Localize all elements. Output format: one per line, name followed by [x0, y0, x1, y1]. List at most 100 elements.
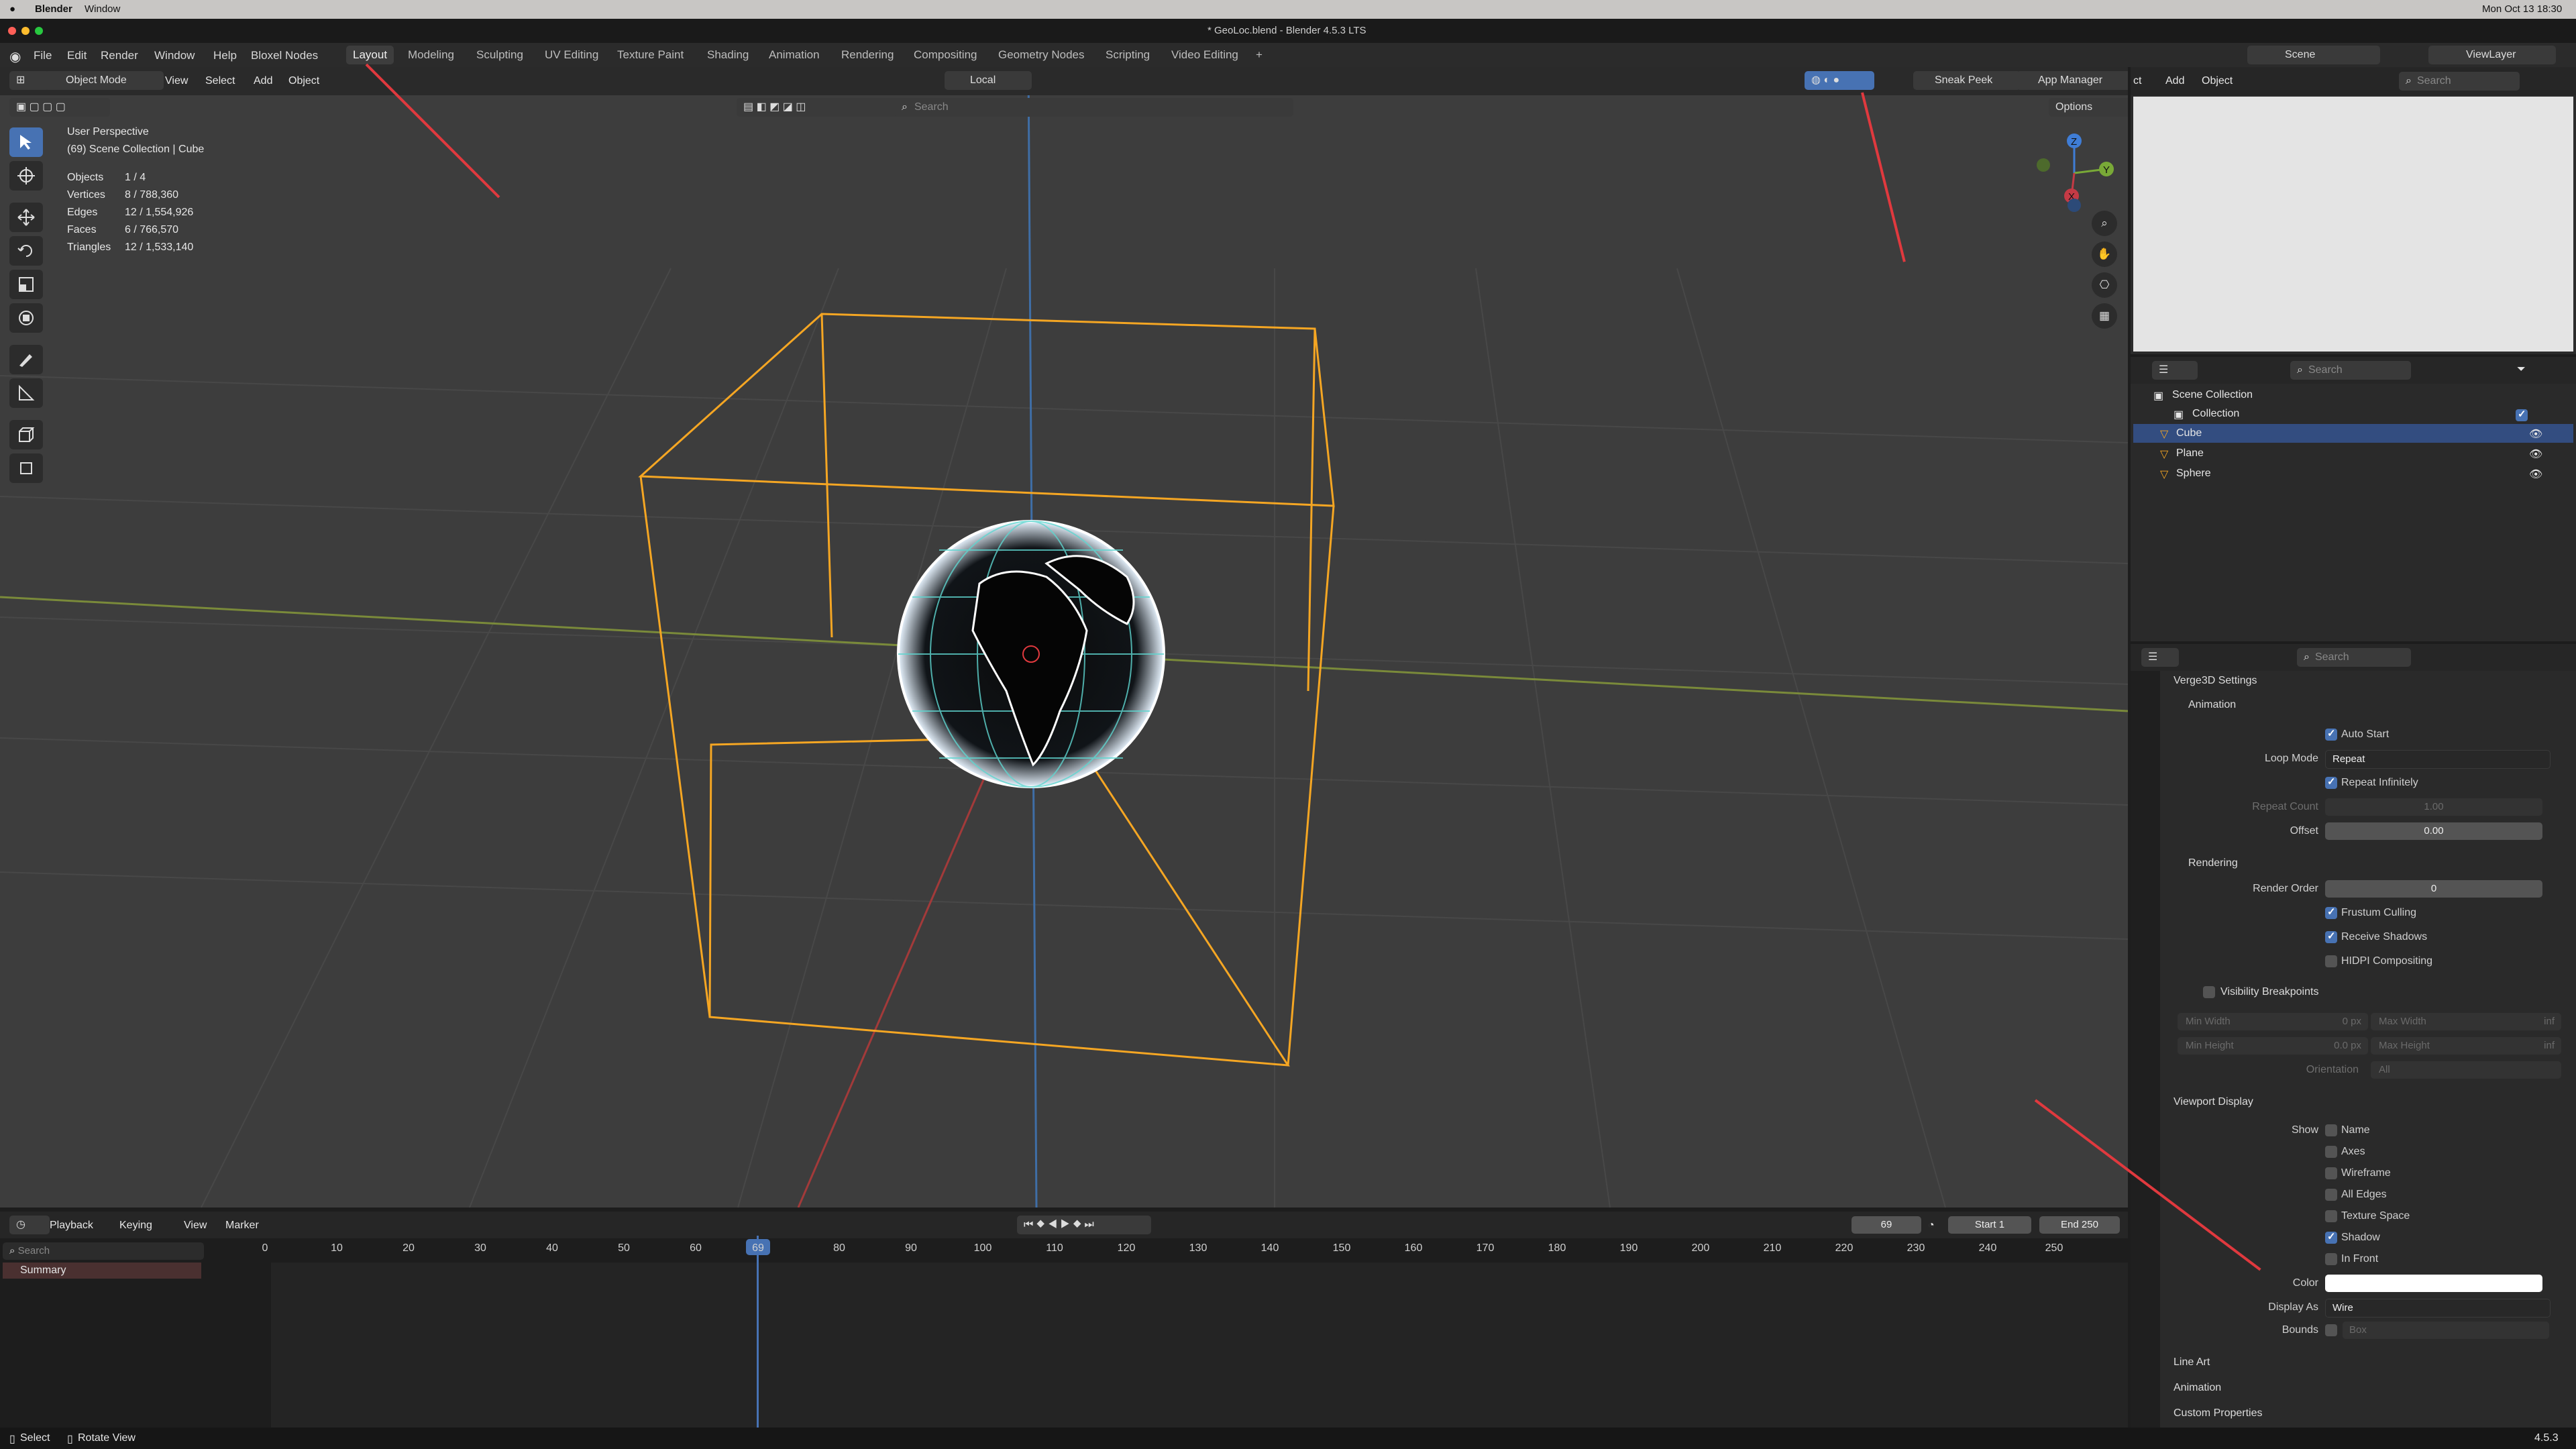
outliner-editor-type-button[interactable]: ☰	[2152, 361, 2198, 380]
transform-tool[interactable]	[9, 303, 43, 333]
show-axes-checkbox[interactable]	[2325, 1146, 2337, 1158]
tab-video-editing[interactable]: Video Editing	[1165, 46, 1245, 64]
show-shadow-checkbox[interactable]	[2325, 1230, 2337, 1244]
current-frame-field[interactable]: 69	[1851, 1216, 1921, 1234]
menu-edit[interactable]: Edit	[67, 49, 87, 62]
loop-mode-dropdown[interactable]: Repeat	[2325, 750, 2551, 769]
viewport-filter-icons[interactable]: ▤ ◧ ◩ ◪ ◫	[737, 98, 902, 117]
viewport-display-header[interactable]: Viewport Display	[2174, 1096, 2253, 1108]
cursor-tool[interactable]	[9, 161, 43, 191]
verge3d-settings-header[interactable]: Verge3D Settings	[2174, 675, 2257, 687]
timeline-menu-view[interactable]: View	[184, 1220, 207, 1232]
menu-bloxel-nodes[interactable]: Bloxel Nodes	[251, 49, 318, 62]
menu-window[interactable]: Window	[154, 49, 195, 62]
zoom-window-button[interactable]	[35, 27, 43, 35]
annotate-tool[interactable]	[9, 345, 43, 374]
dopesheet-area[interactable]	[271, 1263, 2128, 1430]
viewport-menu-object[interactable]: Object	[288, 75, 319, 87]
material-preview-area[interactable]	[2133, 97, 2573, 352]
timeline-editor-type-button[interactable]: ◷	[9, 1216, 50, 1234]
render-order-field[interactable]: 0	[2325, 880, 2542, 898]
animation-subpanel-header[interactable]: Animation	[2188, 699, 2236, 711]
ortho-grid-icon[interactable]: ▦	[2092, 303, 2117, 329]
repeat-infinitely-checkbox[interactable]	[2325, 775, 2337, 789]
playback-controls[interactable]: ⏮ ◆ ◀ ▶ ◆ ⏭	[1017, 1216, 1151, 1234]
timeline-search-field[interactable]: ⌕ Search	[3, 1242, 204, 1260]
sneak-peek-button[interactable]: Sneak Peek	[1913, 71, 2021, 90]
outliner-scene-collection[interactable]: Scene Collection	[2172, 389, 2253, 401]
bounds-dropdown[interactable]: Box	[2343, 1322, 2549, 1339]
frustum-culling-checkbox[interactable]	[2325, 906, 2337, 919]
eye-icon[interactable]: 👁	[2529, 427, 2542, 441]
pan-hand-icon[interactable]: ✋	[2092, 241, 2117, 267]
mode-selector[interactable]: Object Mode	[44, 71, 164, 90]
color-swatch[interactable]	[2325, 1275, 2542, 1292]
preview-search-field[interactable]: ⌕ Search	[2399, 72, 2520, 91]
tab-scripting[interactable]: Scripting	[1099, 46, 1157, 64]
timeline-menu-playback[interactable]: Playback	[50, 1220, 93, 1232]
select-mode-buttons[interactable]: ▣ ▢ ▢ ▢	[9, 98, 110, 117]
auto-start-checkbox[interactable]	[2325, 727, 2337, 741]
viewport-shading-buttons[interactable]: ◍ ◐ ●	[1805, 71, 1874, 90]
viewport-search-field[interactable]: ⌕ Search	[895, 98, 1293, 117]
tab-animation[interactable]: Animation	[762, 46, 826, 64]
start-frame-field[interactable]: Start 1	[1948, 1216, 2031, 1234]
playhead-line[interactable]	[757, 1236, 759, 1430]
view-layer-selector[interactable]: ViewLayer	[2428, 46, 2556, 64]
3d-viewport[interactable]: ⊞ Object Mode View Select Add Object Loc…	[0, 67, 2128, 1208]
custom-properties-panel-header[interactable]: Custom Properties	[2174, 1407, 2263, 1419]
hidpi-compositing-checkbox[interactable]	[2325, 955, 2337, 967]
editor-type-button[interactable]: ⊞	[9, 71, 50, 90]
blender-logo-icon[interactable]: ◉	[9, 48, 21, 65]
select-box-tool[interactable]	[9, 127, 43, 157]
tab-modeling[interactable]: Modeling	[401, 46, 461, 64]
menu-file[interactable]: File	[34, 49, 52, 62]
outliner-row-plane[interactable]: ▽ Plane 👁	[2133, 444, 2573, 463]
end-frame-field[interactable]: End 250	[2039, 1216, 2120, 1234]
minimize-window-button[interactable]	[21, 27, 30, 35]
mac-app-name[interactable]: Blender	[35, 3, 72, 15]
show-wireframe-checkbox[interactable]	[2325, 1167, 2337, 1179]
scene-selector[interactable]: Scene	[2247, 46, 2380, 64]
preview-menu-object-fragment[interactable]: ct	[2133, 75, 2141, 87]
offset-field[interactable]: 0.00	[2325, 822, 2542, 840]
apple-icon[interactable]: ●	[9, 3, 15, 15]
min-width-field[interactable]: Min Width 0 px	[2178, 1013, 2368, 1030]
mac-window-menu[interactable]: Window	[85, 3, 120, 15]
min-height-field[interactable]: Min Height 0.0 px	[2178, 1037, 2368, 1055]
tab-compositing[interactable]: Compositing	[907, 46, 984, 64]
close-window-button[interactable]	[8, 27, 16, 35]
max-width-field[interactable]: Max Width inf	[2371, 1013, 2561, 1030]
eye-icon[interactable]: 👁	[2529, 468, 2542, 481]
tab-shading[interactable]: Shading	[700, 46, 755, 64]
receive-shadows-checkbox[interactable]	[2325, 930, 2337, 943]
repeat-count-field[interactable]: 1.00	[2325, 798, 2542, 816]
properties-editor-type-button[interactable]: ☰	[2141, 648, 2179, 667]
add-workspace-button[interactable]: +	[1249, 46, 1269, 64]
bounds-checkbox[interactable]	[2325, 1324, 2337, 1336]
camera-view-icon[interactable]: ⎔	[2092, 272, 2117, 298]
menu-render[interactable]: Render	[101, 49, 138, 62]
line-art-panel-header[interactable]: Line Art	[2174, 1356, 2210, 1368]
rotate-tool[interactable]	[9, 236, 43, 266]
menu-help[interactable]: Help	[213, 49, 237, 62]
collection-exclude-checkbox[interactable]	[2516, 408, 2528, 421]
navigation-gizmo[interactable]: Z Y X	[2023, 127, 2117, 215]
add-cube-tool[interactable]	[9, 420, 43, 449]
timeline-menu-marker[interactable]: Marker	[225, 1220, 259, 1232]
timeline-menu-keying[interactable]: Keying	[119, 1220, 152, 1232]
eye-icon[interactable]: 👁	[2529, 447, 2542, 461]
viewport-menu-add[interactable]: Add	[254, 75, 272, 87]
tab-geometry-nodes[interactable]: Geometry Nodes	[991, 46, 1091, 64]
app-manager-button[interactable]: App Manager	[2017, 71, 2128, 90]
orientation-dropdown[interactable]: All	[2371, 1061, 2561, 1079]
max-height-field[interactable]: Max Height inf	[2371, 1037, 2561, 1055]
summary-channel[interactable]: Summary	[3, 1263, 201, 1279]
tab-texture-paint[interactable]: Texture Paint	[610, 46, 690, 64]
tab-sculpting[interactable]: Sculpting	[470, 46, 530, 64]
show-texture-space-checkbox[interactable]	[2325, 1210, 2337, 1222]
filter-icon[interactable]: ⏷	[2517, 364, 2526, 376]
tab-rendering[interactable]: Rendering	[835, 46, 900, 64]
animation-panel-header[interactable]: Animation	[2174, 1382, 2221, 1394]
viewport-canvas[interactable]	[0, 67, 2128, 1208]
